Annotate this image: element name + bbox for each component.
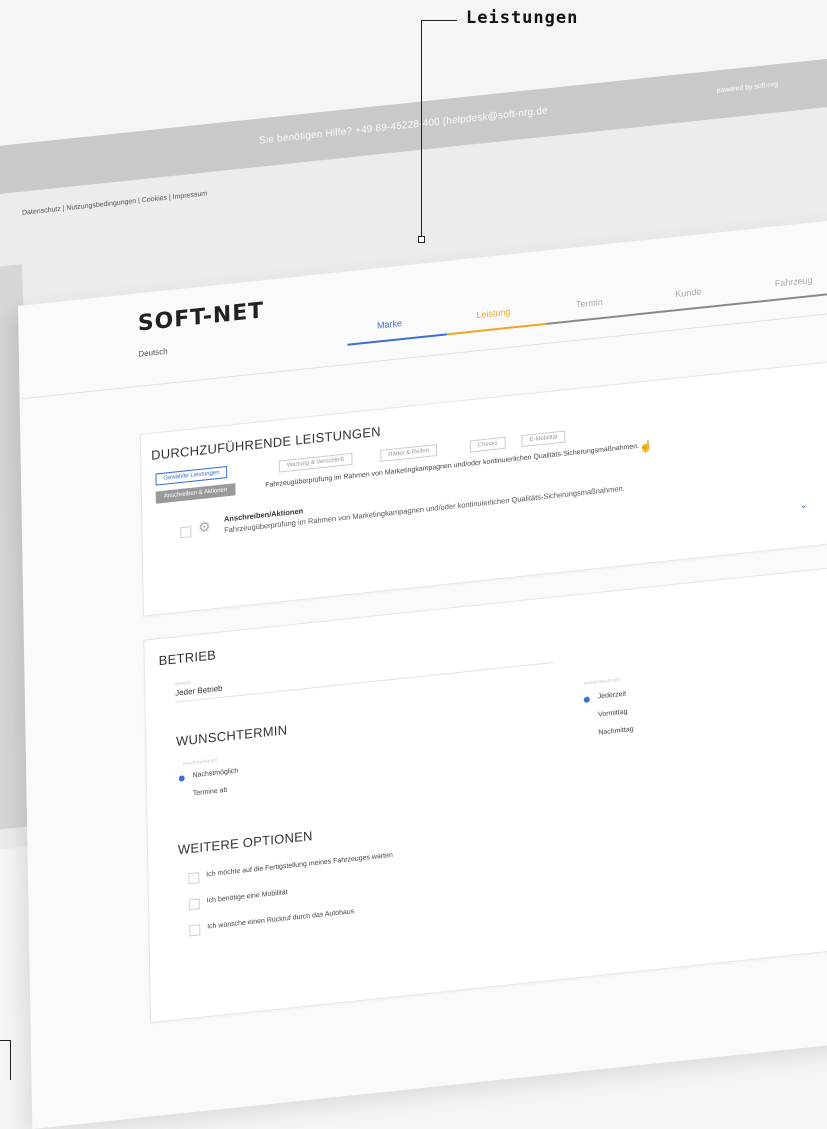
step-kunde[interactable]: Kunde — [675, 286, 701, 299]
option-nachmittag[interactable]: Nachmittag — [598, 726, 633, 737]
corner-mark-horizontal — [0, 1040, 10, 1041]
chevron-down-icon[interactable]: ⌄ — [800, 499, 809, 511]
step-fahrzeug[interactable]: Fahrzeug — [775, 275, 813, 289]
gears-icon: ⚙ — [198, 518, 211, 536]
chip-raeder[interactable]: Räder & Reifen — [380, 444, 437, 462]
language-select[interactable]: Deutsch — [138, 347, 167, 359]
option-termine-ab[interactable]: Termine ab — [193, 787, 228, 798]
chip-checks[interactable]: Checks — [470, 437, 506, 453]
chip-gewaehlte-leistungen[interactable]: Gewählte Leistungen — [155, 466, 227, 486]
logo: SOFT-NET — [138, 298, 265, 336]
callout-line — [421, 20, 457, 21]
chip-wartung[interactable]: Wartung & Verschleiß — [279, 453, 353, 473]
optionen-title: WEITERE OPTIONEN — [178, 828, 313, 857]
betrieb-title: BETRIEB — [159, 647, 217, 668]
screenshot-scene: Sie benötigen Hilfe? +49 89-45228-400 (h… — [0, 0, 827, 1080]
service-checkbox[interactable] — [180, 526, 191, 538]
wunschtermin-title: WUNSCHTERMIN — [176, 722, 288, 749]
betrieb-underline — [175, 662, 553, 703]
help-text[interactable]: Sie benötigen Hilfe? +49 89-45228-400 (h… — [259, 105, 548, 146]
option-checkbox-mobilitaet[interactable] — [189, 898, 200, 910]
step-leistung[interactable]: Leistung — [476, 307, 510, 321]
radio-jederzeit[interactable] — [584, 696, 590, 703]
callout-label: Leistungen — [466, 8, 578, 28]
step-bar-marke — [347, 333, 446, 345]
option-mobilitaet[interactable]: Ich benötige eine Mobilität — [207, 889, 288, 905]
option-jederzeit[interactable]: Jederzeit — [598, 691, 626, 701]
option-checkbox-warten[interactable] — [188, 872, 199, 884]
step-termin[interactable]: Termin — [576, 297, 603, 310]
step-bar-leistung — [447, 323, 546, 335]
hand-cursor-icon: ☝ — [639, 439, 653, 453]
callout-anchor — [418, 236, 425, 243]
appointment-card: BETRIEB Betrieb Jeder Betrieb WUNSCHTERM… — [143, 566, 827, 1023]
help-bar: Sie benötigen Hilfe? +49 89-45228-400 (h… — [0, 48, 827, 199]
callout-line-vertical — [421, 20, 422, 238]
option-vormittag[interactable]: Vormittag — [598, 709, 628, 719]
chip-anschreiben-aktionen[interactable]: Anschreiben & Aktionen — [156, 483, 235, 503]
step-marke[interactable]: Marke — [377, 318, 402, 331]
option-naechstmoeglich[interactable]: Nächstmöglich — [193, 768, 239, 780]
corner-mark — [10, 1040, 11, 1080]
powered-by[interactable]: powered by soft-nrg — [716, 81, 778, 94]
footer-links[interactable]: Datenschutz | Nutzungsbedingungen | Cook… — [22, 190, 207, 216]
radio-naechstmoeglich[interactable] — [179, 775, 185, 782]
annahmedatum-label: Annahmedatum — [182, 758, 217, 768]
option-checkbox-rueckruf[interactable] — [189, 924, 200, 936]
option-warten[interactable]: Ich möchte auf die Fertigstellung meines… — [206, 852, 393, 879]
option-rueckruf[interactable]: Ich wünsche einen Rückruf durch das Auto… — [207, 908, 354, 930]
chip-e-mobilitaet[interactable]: E-Mobilität — [521, 430, 565, 447]
booking-page: SOFT-NET Deutsch Marke Leistung Termin K… — [18, 212, 827, 1129]
annahmeuhrzeit-label: Annahmeuhrzeit — [583, 677, 619, 687]
